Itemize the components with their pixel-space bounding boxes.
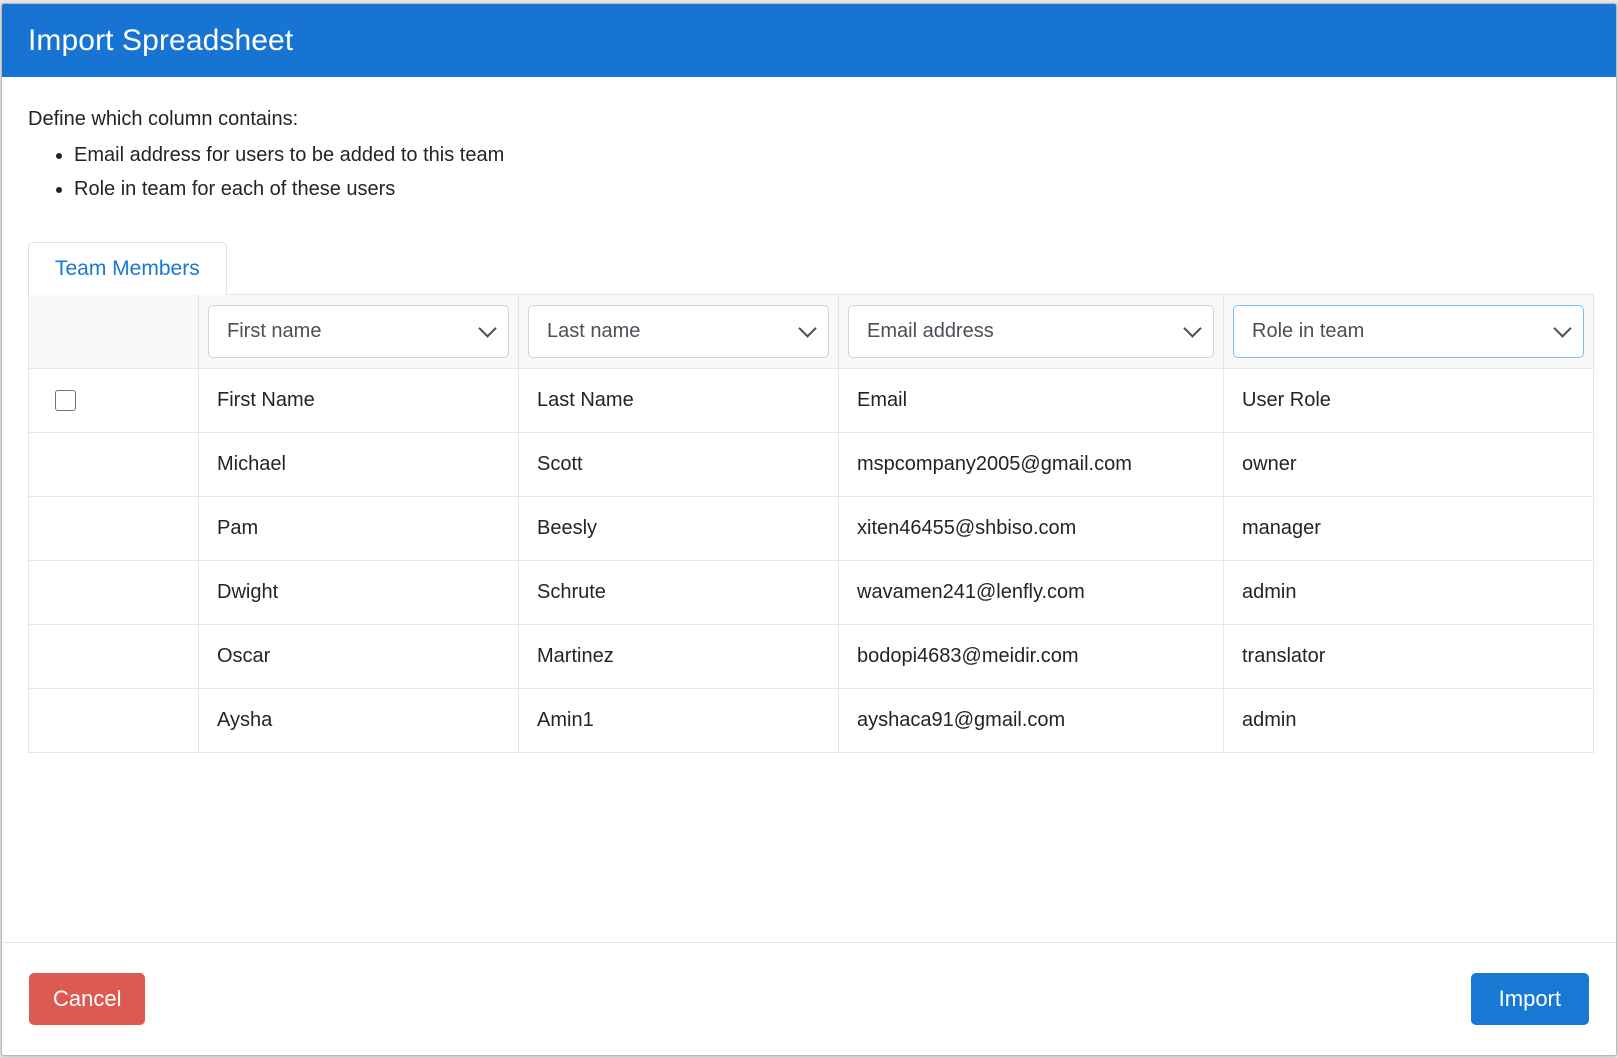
table-cell: wavamen241@lenfly.com (838, 559, 1224, 625)
row-select-cell (28, 623, 199, 689)
intro-text: Define which column contains: (28, 108, 299, 130)
page-title: Import Spreadsheet (28, 23, 294, 57)
dialog-footer: Cancel Import (2, 942, 1616, 1055)
table-cell: xiten46455@shbiso.com (838, 495, 1224, 561)
table-row-header: First Name Last Name Email User Role (28, 367, 1594, 433)
mapping-spacer-cell (28, 293, 199, 369)
first-name-mapping-value: First name (227, 319, 322, 342)
cancel-button[interactable]: Cancel (29, 972, 146, 1026)
last-name-mapping-select[interactable]: Last name (528, 304, 829, 358)
table-cell: Michael (198, 431, 519, 497)
table-cell: Last Name (518, 367, 839, 433)
mapping-cell-first-name: First name (198, 293, 519, 369)
intro-bullet-item: Role in team for each of these users (74, 172, 1590, 206)
table-cell: User Role (1223, 367, 1594, 433)
table-row: Michael Scott mspcompany2005@gmail.com o… (28, 431, 1594, 497)
dialog-header: Import Spreadsheet (2, 4, 1616, 77)
table-cell: Aysha (198, 687, 519, 753)
table-cell: Dwight (198, 559, 519, 625)
table-cell: Scott (518, 431, 839, 497)
chevron-down-icon (1553, 319, 1572, 338)
table-cell: owner (1223, 431, 1594, 497)
table-row: Dwight Schrute wavamen241@lenfly.com adm… (28, 559, 1594, 625)
import-spreadsheet-dialog: Import Spreadsheet Define which column c… (1, 3, 1617, 1056)
table-cell: manager (1223, 495, 1594, 561)
mapping-cell-email: Email address (838, 293, 1224, 369)
tab-bar: Team Members (28, 234, 1590, 295)
table-cell: Martinez (518, 623, 839, 689)
table-cell: Beesly (518, 495, 839, 561)
email-mapping-select[interactable]: Email address (848, 304, 1214, 358)
role-mapping-value: Role in team (1252, 319, 1365, 342)
row-select-cell (28, 367, 199, 433)
import-mapping-table: First name Last name Email address Role … (28, 293, 1594, 753)
table-cell: Amin1 (518, 687, 839, 753)
table-cell: admin (1223, 687, 1594, 753)
mapping-cell-role: Role in team (1223, 293, 1594, 369)
chevron-down-icon (1183, 319, 1202, 338)
table-cell: admin (1223, 559, 1594, 625)
row-select-cell (28, 495, 199, 561)
role-mapping-select[interactable]: Role in team (1233, 304, 1584, 358)
table-cell: bodopi4683@meidir.com (838, 623, 1224, 689)
email-mapping-value: Email address (867, 319, 994, 342)
column-mapping-row: First name Last name Email address Role … (28, 293, 1594, 369)
header-row-checkbox[interactable] (55, 390, 76, 411)
import-button[interactable]: Import (1470, 972, 1589, 1026)
dialog-body: Define which column contains: Email addr… (2, 77, 1616, 942)
table-cell: Email (838, 367, 1224, 433)
table-cell: ayshaca91@gmail.com (838, 687, 1224, 753)
intro-bullet-item: Email address for users to be added to t… (74, 138, 1590, 172)
last-name-mapping-value: Last name (547, 319, 641, 342)
table-row: Pam Beesly xiten46455@shbiso.com manager (28, 495, 1594, 561)
table-cell: Oscar (198, 623, 519, 689)
table-row: Oscar Martinez bodopi4683@meidir.com tra… (28, 623, 1594, 689)
row-select-cell (28, 431, 199, 497)
row-select-cell (28, 559, 199, 625)
tab-label: Team Members (55, 257, 200, 281)
tab-team-members[interactable]: Team Members (28, 242, 227, 295)
table-row: Aysha Amin1 ayshaca91@gmail.com admin (28, 687, 1594, 753)
first-name-mapping-select[interactable]: First name (208, 304, 509, 358)
table-cell: Schrute (518, 559, 839, 625)
chevron-down-icon (478, 319, 497, 338)
table-cell: translator (1223, 623, 1594, 689)
row-select-cell (28, 687, 199, 753)
table-cell: Pam (198, 495, 519, 561)
mapping-cell-last-name: Last name (518, 293, 839, 369)
intro-bullet-list: Email address for users to be added to t… (28, 138, 1590, 207)
table-cell: mspcompany2005@gmail.com (838, 431, 1224, 497)
table-cell: First Name (198, 367, 519, 433)
chevron-down-icon (798, 319, 817, 338)
